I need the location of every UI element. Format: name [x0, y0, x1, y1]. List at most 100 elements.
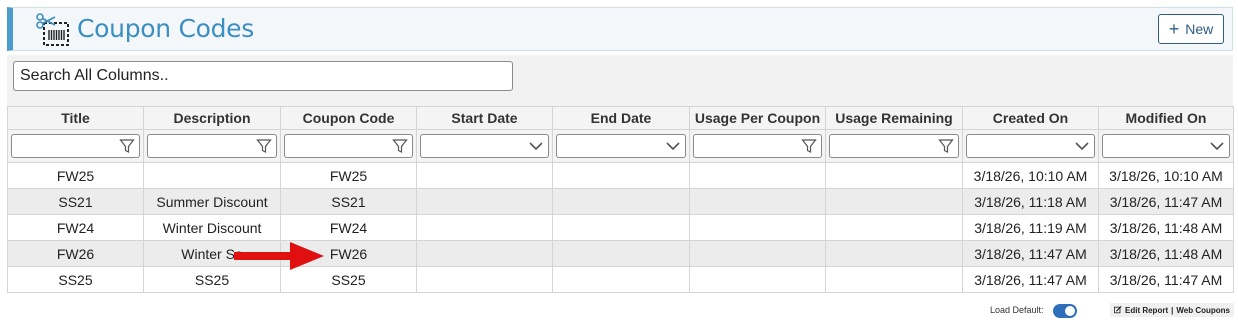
cell-description: SS25 [143, 266, 281, 293]
chevron-down-icon[interactable] [1209, 141, 1225, 151]
cell-title: SS25 [7, 266, 144, 293]
cell-usage-remaining [825, 188, 963, 215]
search-input[interactable] [13, 61, 513, 91]
cell-coupon-code: SS21 [280, 188, 417, 215]
filter-dropdown-end-date[interactable] [556, 134, 686, 158]
filter-cell [962, 129, 1099, 163]
cell-modified-on: 3/18/26, 11:47 AM [1098, 188, 1234, 215]
load-default-label: Load Default: [990, 305, 1044, 315]
cell-coupon-code: FW24 [280, 214, 417, 241]
cell-start-date [416, 266, 553, 293]
cell-coupon-code: FW26 [280, 240, 417, 267]
chevron-down-icon[interactable] [665, 141, 681, 151]
filter-input-coupon-code[interactable] [284, 134, 413, 158]
new-button-label: New [1185, 21, 1214, 37]
cell-description: Winter Sa [143, 240, 281, 267]
cell-modified-on: 3/18/26, 11:47 AM [1098, 266, 1234, 293]
column-header-usage-remaining[interactable]: Usage Remaining [825, 106, 963, 130]
cell-modified-on: 3/18/26, 11:48 AM [1098, 240, 1234, 267]
plus-icon: + [1168, 19, 1180, 39]
cell-title: FW25 [7, 162, 144, 189]
chevron-down-icon[interactable] [1074, 141, 1090, 151]
edit-report-link[interactable]: Edit Report [1125, 306, 1168, 315]
funnel-icon[interactable] [119, 138, 135, 154]
cell-created-on: 3/18/26, 11:47 AM [962, 240, 1099, 267]
load-default-toggle[interactable] [1053, 304, 1077, 318]
cell-coupon-code: FW25 [280, 162, 417, 189]
chevron-down-icon[interactable] [528, 141, 544, 151]
cell-end-date [552, 188, 690, 215]
search-bar [7, 55, 1233, 106]
cell-start-date [416, 240, 553, 267]
new-button[interactable]: + New [1158, 14, 1224, 44]
cell-description: Winter Discount [143, 214, 281, 241]
cell-description [143, 162, 281, 189]
column-header-end-date[interactable]: End Date [552, 106, 690, 130]
cell-usage-remaining [825, 162, 963, 189]
column-header-start-date[interactable]: Start Date [416, 106, 553, 130]
cell-created-on: 3/18/26, 11:47 AM [962, 266, 1099, 293]
cell-description: Summer Discount [143, 188, 281, 215]
table-row[interactable]: FW24 Winter Discount FW24 3/18/26, 11:19 AM… [7, 214, 1234, 241]
filter-input-usage-remaining[interactable] [829, 134, 959, 158]
filter-input-description[interactable] [147, 134, 277, 158]
filter-input-title[interactable] [11, 134, 140, 158]
table-row[interactable]: SS25 SS25 SS25 3/18/26, 11:47 AM 3/18/26, 11… [7, 266, 1234, 293]
filter-cell [7, 129, 144, 163]
column-header-usage-per-coupon[interactable]: Usage Per Coupon [689, 106, 826, 130]
filter-dropdown-modified-on[interactable] [1102, 134, 1230, 158]
filter-cell [143, 129, 281, 163]
cell-modified-on: 3/18/26, 10:10 AM [1098, 162, 1234, 189]
filter-dropdown-start-date[interactable] [420, 134, 549, 158]
cell-usage-per-coupon [689, 188, 826, 215]
filter-cell [280, 129, 417, 163]
toggle-knob [1065, 306, 1075, 316]
page-header: Coupon Codes + New [7, 7, 1233, 51]
cell-usage-per-coupon [689, 162, 826, 189]
cell-usage-remaining [825, 266, 963, 293]
edit-icon [1114, 306, 1122, 314]
cell-created-on: 3/18/26, 11:19 AM [962, 214, 1099, 241]
filter-row [7, 129, 1234, 163]
cell-end-date [552, 214, 690, 241]
header-row: Title Description Coupon Code Start Date End… [7, 106, 1234, 130]
column-header-description[interactable]: Description [143, 106, 281, 130]
filter-cell [552, 129, 690, 163]
funnel-icon[interactable] [256, 138, 272, 154]
cell-title: FW24 [7, 214, 144, 241]
cell-created-on: 3/18/26, 10:10 AM [962, 162, 1099, 189]
table-row[interactable]: SS21 Summer Discount SS21 3/18/26, 11:18 AM… [7, 188, 1234, 215]
cell-start-date [416, 188, 553, 215]
cell-usage-per-coupon [689, 266, 826, 293]
filter-cell [689, 129, 826, 163]
column-header-created-on[interactable]: Created On [962, 106, 1099, 130]
funnel-icon[interactable] [938, 138, 954, 154]
scissors-coupon-icon [36, 13, 69, 46]
filter-cell [1098, 129, 1234, 163]
cell-coupon-code: SS25 [280, 266, 417, 293]
footer-links: Edit Report | Web Coupons [1110, 303, 1234, 317]
column-header-coupon-code[interactable]: Coupon Code [280, 106, 417, 130]
filter-cell [416, 129, 553, 163]
filter-input-usage-per-coupon[interactable] [693, 134, 822, 158]
coupon-table: Title Description Coupon Code Start Date End… [7, 106, 1234, 293]
cell-usage-per-coupon [689, 214, 826, 241]
filter-dropdown-created-on[interactable] [966, 134, 1095, 158]
column-header-title[interactable]: Title [7, 106, 144, 130]
cell-title: SS21 [7, 188, 144, 215]
cell-modified-on: 3/18/26, 11:48 AM [1098, 214, 1234, 241]
cell-title: FW26 [7, 240, 144, 267]
table-body: FW25 FW25 3/18/26, 10:10 AM 3/18/26, 10:10 … [7, 162, 1234, 293]
web-coupons-link[interactable]: Web Coupons [1176, 306, 1230, 315]
table-row[interactable]: FW25 FW25 3/18/26, 10:10 AM 3/18/26, 10:10 … [7, 162, 1234, 189]
funnel-icon[interactable] [801, 138, 817, 154]
cell-usage-per-coupon [689, 240, 826, 267]
table-row[interactable]: FW26 Winter Sa FW26 3/18/26, 11:47 AM 3/18/2… [7, 240, 1234, 267]
cell-end-date [552, 240, 690, 267]
cell-created-on: 3/18/26, 11:18 AM [962, 188, 1099, 215]
page-title: Coupon Codes [77, 14, 254, 43]
filter-cell [825, 129, 963, 163]
column-header-modified-on[interactable]: Modified On [1098, 106, 1234, 130]
footer-separator: | [1171, 305, 1174, 315]
funnel-icon[interactable] [392, 138, 408, 154]
